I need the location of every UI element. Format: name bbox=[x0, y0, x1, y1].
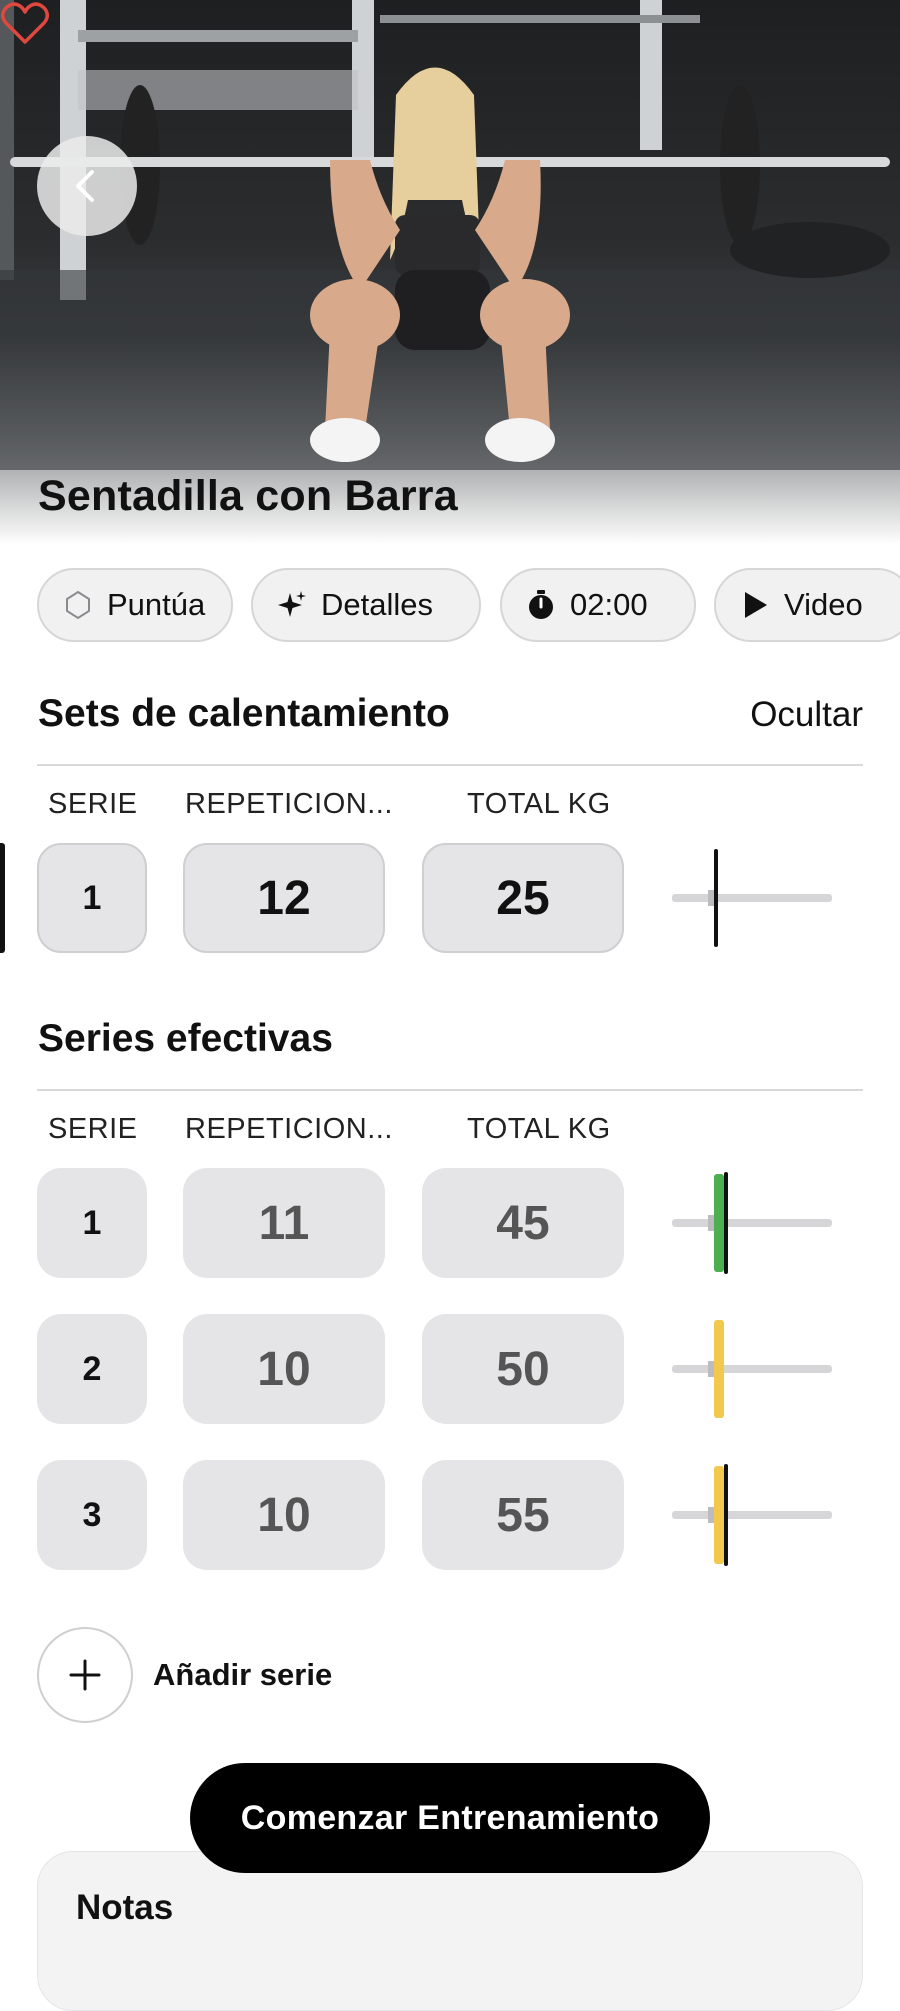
rating-outline-icon bbox=[61, 588, 95, 622]
warmup-reps-input[interactable]: 12 bbox=[183, 843, 385, 953]
back-button[interactable] bbox=[37, 136, 137, 236]
column-header-reps: REPETICION... bbox=[185, 1113, 393, 1145]
rest-timer-label: 02:00 bbox=[570, 587, 648, 622]
start-workout-button[interactable]: Comenzar Entrenamiento bbox=[190, 1763, 710, 1873]
video-chip-label: Video bbox=[784, 587, 863, 622]
set-3-serie-cell: 3 bbox=[37, 1460, 147, 1570]
set-2-serie-cell: 2 bbox=[37, 1314, 147, 1424]
set-2-kg-input[interactable]: 50 bbox=[422, 1314, 624, 1424]
set-1-serie-cell: 1 bbox=[37, 1168, 147, 1278]
video-chip[interactable]: Video bbox=[714, 568, 900, 642]
rest-timer-chip[interactable]: 02:00 bbox=[500, 568, 696, 642]
set-1-reps-input[interactable]: 11 bbox=[183, 1168, 385, 1278]
add-set-circle[interactable] bbox=[37, 1627, 133, 1723]
sparkles-icon bbox=[275, 588, 309, 622]
barbell-plates-icon bbox=[672, 849, 832, 947]
exercise-title: Sentadilla con Barra bbox=[38, 472, 458, 520]
barbell-plates-icon bbox=[672, 1464, 832, 1566]
effective-divider bbox=[37, 1089, 863, 1091]
set-1-kg-input[interactable]: 45 bbox=[422, 1168, 624, 1278]
barbell-plates-icon bbox=[672, 1172, 832, 1274]
details-chip[interactable]: Detalles bbox=[251, 568, 481, 642]
exercise-hero-image: Sentadilla con Barra bbox=[0, 0, 900, 545]
set-3-reps-input[interactable]: 10 bbox=[183, 1460, 385, 1570]
add-set-label: Añadir serie bbox=[153, 1657, 333, 1692]
column-header-kg: TOTAL KG bbox=[467, 1113, 611, 1145]
set-2-reps-input[interactable]: 10 bbox=[183, 1314, 385, 1424]
notes-card[interactable]: Notas bbox=[37, 1851, 863, 2011]
gym-scene-illustration bbox=[0, 0, 900, 470]
effective-section-title: Series efectivas bbox=[38, 1017, 333, 1060]
chevron-left-icon bbox=[76, 170, 94, 202]
hide-warmup-button[interactable]: Ocultar bbox=[750, 695, 863, 735]
stopwatch-icon bbox=[524, 588, 558, 622]
rate-chip-label: Puntúa bbox=[107, 587, 206, 622]
active-row-indicator bbox=[0, 843, 5, 953]
barbell-plates-icon bbox=[672, 1320, 832, 1418]
column-header-serie: SERIE bbox=[48, 1113, 138, 1145]
notes-title: Notas bbox=[76, 1888, 174, 1927]
plus-icon bbox=[69, 1659, 101, 1691]
warmup-serie-cell: 1 bbox=[37, 843, 147, 953]
rate-chip[interactable]: Puntúa bbox=[37, 568, 233, 642]
column-header-kg: TOTAL KG bbox=[467, 788, 611, 820]
heart-outline-icon[interactable] bbox=[0, 0, 50, 46]
play-icon bbox=[738, 588, 772, 622]
warmup-divider bbox=[37, 764, 863, 766]
column-header-reps: REPETICION... bbox=[185, 788, 393, 820]
set-3-kg-input[interactable]: 55 bbox=[422, 1460, 624, 1570]
details-chip-label: Detalles bbox=[321, 587, 433, 622]
warmup-section-title: Sets de calentamiento bbox=[38, 692, 450, 735]
action-chips: Puntúa Detalles 02:00 Video bbox=[37, 568, 900, 646]
add-set-button[interactable]: Añadir serie bbox=[37, 1627, 332, 1723]
warmup-kg-input[interactable]: 25 bbox=[422, 843, 624, 953]
column-header-serie: SERIE bbox=[48, 788, 138, 820]
